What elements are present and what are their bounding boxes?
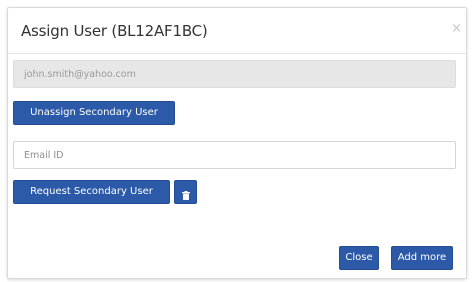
modal-header: Assign User (BL12AF1BC) × xyxy=(8,8,466,54)
request-secondary-user-button[interactable]: Request Secondary User xyxy=(13,180,170,204)
modal-title: Assign User (BL12AF1BC) xyxy=(21,22,208,40)
add-more-button[interactable]: Add more xyxy=(391,246,453,270)
trash-icon xyxy=(181,190,190,200)
secondary-user-email-field xyxy=(13,60,456,88)
close-icon[interactable]: × xyxy=(451,21,462,36)
delete-button[interactable] xyxy=(174,180,197,204)
unassign-secondary-user-button[interactable]: Unassign Secondary User xyxy=(13,101,175,125)
close-button[interactable]: Close xyxy=(339,246,379,270)
email-id-input[interactable] xyxy=(13,141,456,169)
